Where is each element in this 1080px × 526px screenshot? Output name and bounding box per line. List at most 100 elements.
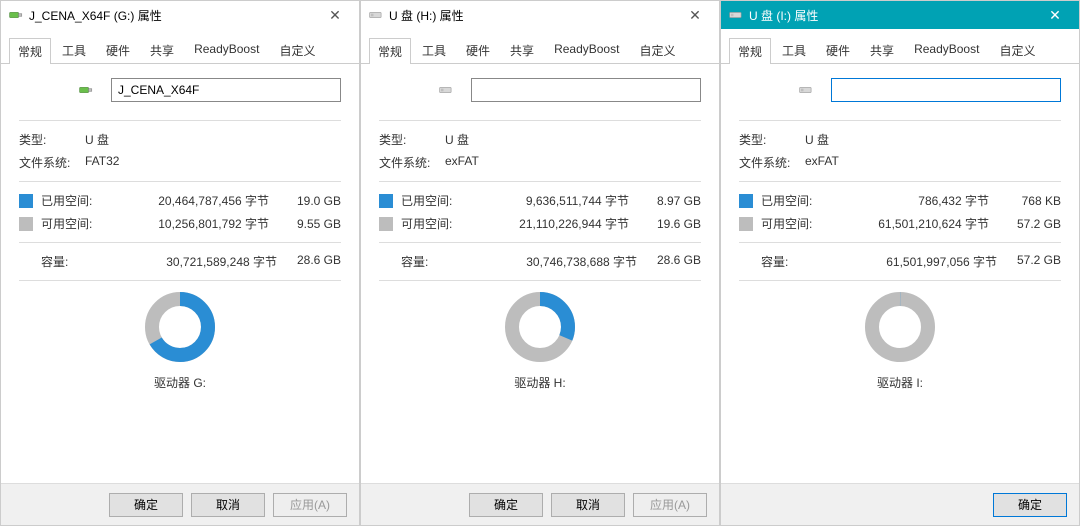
- used-color-swatch: [19, 194, 33, 208]
- value-type: U 盘: [805, 131, 1061, 148]
- drive-icon: [9, 8, 23, 22]
- capacity-bytes: 30,721,589,248 字节: [101, 253, 285, 270]
- label-capacity: 容量:: [761, 253, 821, 270]
- button-bar: 确定: [721, 483, 1079, 525]
- value-filesystem: FAT32: [85, 154, 341, 171]
- tab-custom[interactable]: 自定义: [270, 37, 324, 63]
- volume-name-input[interactable]: [471, 78, 701, 102]
- drive-icon: [439, 83, 453, 97]
- divider: [19, 242, 341, 243]
- divider: [19, 120, 341, 121]
- used-bytes: 786,432 字节: [835, 192, 997, 209]
- tab-tools[interactable]: 工具: [773, 37, 815, 63]
- divider: [379, 242, 701, 243]
- tab-sharing[interactable]: 共享: [861, 37, 903, 63]
- tab-content: 类型:U 盘 文件系统:exFAT 已用空间: 9,636,511,744 字节…: [361, 64, 719, 483]
- button-bar: 确定 取消 应用(A): [1, 483, 359, 525]
- apply-button[interactable]: 应用(A): [633, 493, 707, 517]
- cancel-button[interactable]: 取消: [191, 493, 265, 517]
- tab-content: 类型:U 盘 文件系统:exFAT 已用空间: 786,432 字节 768 K…: [721, 64, 1079, 483]
- window-title: U 盘 (I:) 属性: [749, 7, 1035, 24]
- label-type: 类型:: [739, 131, 805, 148]
- label-free: 可用空间:: [401, 215, 467, 232]
- label-type: 类型:: [379, 131, 445, 148]
- divider: [379, 280, 701, 281]
- tab-sharing[interactable]: 共享: [141, 37, 183, 63]
- label-filesystem: 文件系统:: [739, 154, 805, 171]
- button-bar: 确定 取消 应用(A): [361, 483, 719, 525]
- tab-tools[interactable]: 工具: [53, 37, 95, 63]
- drive-icon: [369, 8, 383, 22]
- value-filesystem: exFAT: [805, 154, 1061, 171]
- drive-icon: [799, 83, 813, 97]
- label-free: 可用空间:: [41, 215, 107, 232]
- value-type: U 盘: [445, 131, 701, 148]
- used-bytes: 9,636,511,744 字节: [475, 192, 637, 209]
- tab-tools[interactable]: 工具: [413, 37, 455, 63]
- label-filesystem: 文件系统:: [379, 154, 445, 171]
- properties-window: J_CENA_X64F (G:) 属性 ✕ 常规 工具 硬件 共享 ReadyB…: [0, 0, 360, 526]
- drive-icon: [729, 8, 743, 22]
- label-type: 类型:: [19, 131, 85, 148]
- label-used: 已用空间:: [401, 192, 467, 209]
- usage-donut: [864, 291, 936, 366]
- titlebar[interactable]: U 盘 (H:) 属性 ✕: [361, 1, 719, 29]
- volume-name-input[interactable]: [831, 78, 1061, 102]
- tabs: 常规 工具 硬件 共享 ReadyBoost 自定义: [721, 29, 1079, 64]
- tab-hardware[interactable]: 硬件: [97, 37, 139, 63]
- ok-button[interactable]: 确定: [993, 493, 1067, 517]
- value-filesystem: exFAT: [445, 154, 701, 171]
- free-color-swatch: [739, 217, 753, 231]
- window-title: J_CENA_X64F (G:) 属性: [29, 7, 315, 24]
- free-human: 19.6 GB: [645, 217, 701, 231]
- tab-general[interactable]: 常规: [9, 38, 51, 64]
- usage-donut: [144, 291, 216, 366]
- tab-hardware[interactable]: 硬件: [457, 37, 499, 63]
- titlebar[interactable]: U 盘 (I:) 属性 ✕: [721, 1, 1079, 29]
- tabs: 常规 工具 硬件 共享 ReadyBoost 自定义: [1, 29, 359, 64]
- tab-sharing[interactable]: 共享: [501, 37, 543, 63]
- free-bytes: 10,256,801,792 字节: [115, 215, 277, 232]
- divider: [739, 242, 1061, 243]
- label-capacity: 容量:: [401, 253, 461, 270]
- tab-custom[interactable]: 自定义: [630, 37, 684, 63]
- free-human: 9.55 GB: [285, 217, 341, 231]
- properties-window: U 盘 (H:) 属性 ✕ 常规 工具 硬件 共享 ReadyBoost 自定义…: [360, 0, 720, 526]
- used-human: 8.97 GB: [645, 194, 701, 208]
- window-title: U 盘 (H:) 属性: [389, 7, 675, 24]
- tab-readyboost[interactable]: ReadyBoost: [545, 37, 628, 63]
- close-icon[interactable]: ✕: [675, 1, 715, 29]
- ok-button[interactable]: 确定: [469, 493, 543, 517]
- cancel-button[interactable]: 取消: [551, 493, 625, 517]
- titlebar[interactable]: J_CENA_X64F (G:) 属性 ✕: [1, 1, 359, 29]
- apply-button[interactable]: 应用(A): [273, 493, 347, 517]
- tab-custom[interactable]: 自定义: [990, 37, 1044, 63]
- divider: [19, 181, 341, 182]
- capacity-bytes: 61,501,997,056 字节: [821, 253, 1005, 270]
- used-bytes: 20,464,787,456 字节: [115, 192, 277, 209]
- free-color-swatch: [379, 217, 393, 231]
- close-icon[interactable]: ✕: [315, 1, 355, 29]
- ok-button[interactable]: 确定: [109, 493, 183, 517]
- tab-general[interactable]: 常规: [369, 38, 411, 64]
- close-icon[interactable]: ✕: [1035, 1, 1075, 29]
- properties-window: U 盘 (I:) 属性 ✕ 常规 工具 硬件 共享 ReadyBoost 自定义…: [720, 0, 1080, 526]
- drive-label: 驱动器 I:: [877, 374, 923, 391]
- label-used: 已用空间:: [41, 192, 107, 209]
- tab-readyboost[interactable]: ReadyBoost: [905, 37, 988, 63]
- tabs: 常规 工具 硬件 共享 ReadyBoost 自定义: [361, 29, 719, 64]
- free-bytes: 21,110,226,944 字节: [475, 215, 637, 232]
- tab-readyboost[interactable]: ReadyBoost: [185, 37, 268, 63]
- free-bytes: 61,501,210,624 字节: [835, 215, 997, 232]
- capacity-bytes: 30,746,738,688 字节: [461, 253, 645, 270]
- value-type: U 盘: [85, 131, 341, 148]
- divider: [739, 181, 1061, 182]
- tab-hardware[interactable]: 硬件: [817, 37, 859, 63]
- capacity-human: 28.6 GB: [285, 253, 341, 270]
- used-human: 768 KB: [1005, 194, 1061, 208]
- volume-name-input[interactable]: [111, 78, 341, 102]
- capacity-human: 57.2 GB: [1005, 253, 1061, 270]
- divider: [739, 280, 1061, 281]
- tab-general[interactable]: 常规: [729, 38, 771, 64]
- divider: [379, 181, 701, 182]
